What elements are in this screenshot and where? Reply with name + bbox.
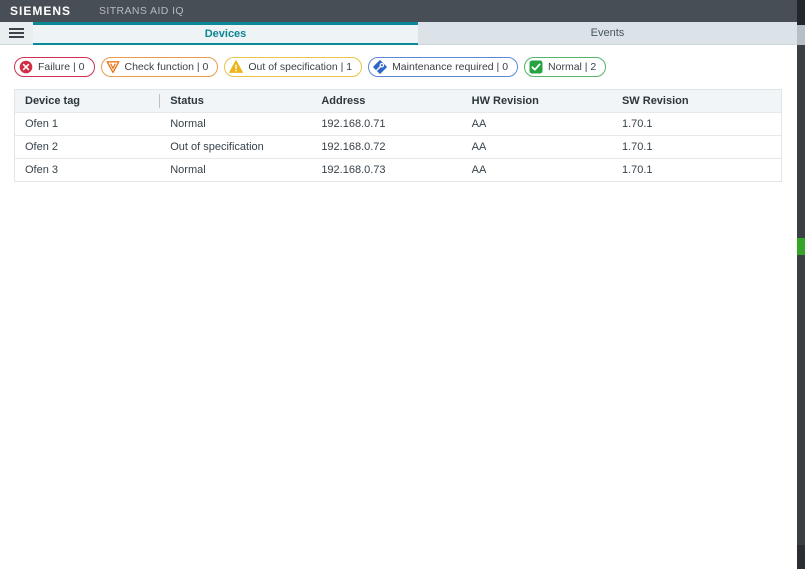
siemens-logo: SIEMENS [10, 4, 72, 18]
cell-device-tag: Ofen 3 [14, 158, 161, 182]
app-title: SITRANS AID IQ [99, 5, 184, 17]
column-header-hw-revision[interactable]: HW Revision [461, 89, 612, 113]
table-row[interactable]: Ofen 2 Out of specification 192.168.0.72… [14, 135, 782, 159]
status-filter-bar: Failure | 0 Check function | 0 Out of sp… [14, 57, 797, 77]
filter-label: Maintenance required | 0 [392, 61, 509, 73]
failure-icon [19, 60, 33, 74]
filter-check-function[interactable]: Check function | 0 [100, 57, 219, 77]
filter-label: Out of specification | 1 [248, 61, 353, 73]
cell-status: Normal [160, 158, 312, 182]
scrollbar-track-line [797, 45, 805, 545]
check-function-icon [106, 60, 120, 74]
cell-device-tag: Ofen 2 [14, 135, 161, 159]
cell-address: 192.168.0.73 [311, 158, 462, 182]
cell-device-tag: Ofen 1 [14, 112, 161, 136]
scrollbar-tab-segment [797, 25, 805, 45]
table-row[interactable]: Ofen 3 Normal 192.168.0.73 AA 1.70.1 [14, 158, 782, 182]
column-header-address[interactable]: Address [311, 89, 462, 113]
hamburger-menu-button[interactable] [0, 22, 33, 45]
device-table: Device tag Status Address HW Revision SW… [14, 89, 782, 182]
column-header-device-tag[interactable]: Device tag [14, 89, 161, 113]
scrollbar[interactable] [797, 0, 805, 569]
cell-address: 192.168.0.71 [311, 112, 462, 136]
scrollbar-bottom-thumb [797, 545, 805, 569]
filter-label: Failure | 0 [38, 61, 85, 73]
cell-status: Out of specification [160, 135, 312, 159]
cell-hw-revision: AA [461, 112, 612, 136]
column-header-sw-revision[interactable]: SW Revision [611, 89, 782, 113]
column-header-status[interactable]: Status [160, 89, 312, 113]
table-row[interactable]: Ofen 1 Normal 192.168.0.71 AA 1.70.1 [14, 112, 782, 136]
cell-sw-revision: 1.70.1 [611, 112, 782, 136]
device-table-container: Device tag Status Address HW Revision SW… [14, 89, 782, 182]
hamburger-icon [9, 28, 24, 30]
out-of-specification-icon [229, 60, 244, 74]
scrollbar-green-marker [797, 238, 805, 255]
tab-bar: Devices Events [0, 22, 797, 45]
filter-failure[interactable]: Failure | 0 [14, 57, 95, 77]
cell-hw-revision: AA [461, 135, 612, 159]
table-header-row: Device tag Status Address HW Revision SW… [14, 89, 782, 113]
cell-status: Normal [160, 112, 312, 136]
app-header: SIEMENS SITRANS AID IQ [0, 0, 797, 22]
filter-normal[interactable]: Normal | 2 [524, 57, 607, 77]
filter-maintenance-required[interactable]: Maintenance required | 0 [368, 57, 519, 77]
cell-hw-revision: AA [461, 158, 612, 182]
tab-events[interactable]: Events [418, 22, 797, 45]
filter-out-of-specification[interactable]: Out of specification | 1 [224, 57, 363, 77]
normal-check-icon [529, 60, 543, 74]
scrollbar-tick-marker [797, 328, 805, 332]
filter-label: Check function | 0 [124, 61, 209, 73]
cell-address: 192.168.0.72 [311, 135, 462, 159]
filter-label: Normal | 2 [548, 61, 597, 73]
app-window: SIEMENS SITRANS AID IQ Devices Events Fa… [0, 0, 805, 569]
cell-sw-revision: 1.70.1 [611, 158, 782, 182]
scrollbar-header-segment [797, 0, 805, 25]
maintenance-required-icon [373, 60, 387, 74]
tab-devices[interactable]: Devices [33, 22, 418, 45]
cell-sw-revision: 1.70.1 [611, 135, 782, 159]
